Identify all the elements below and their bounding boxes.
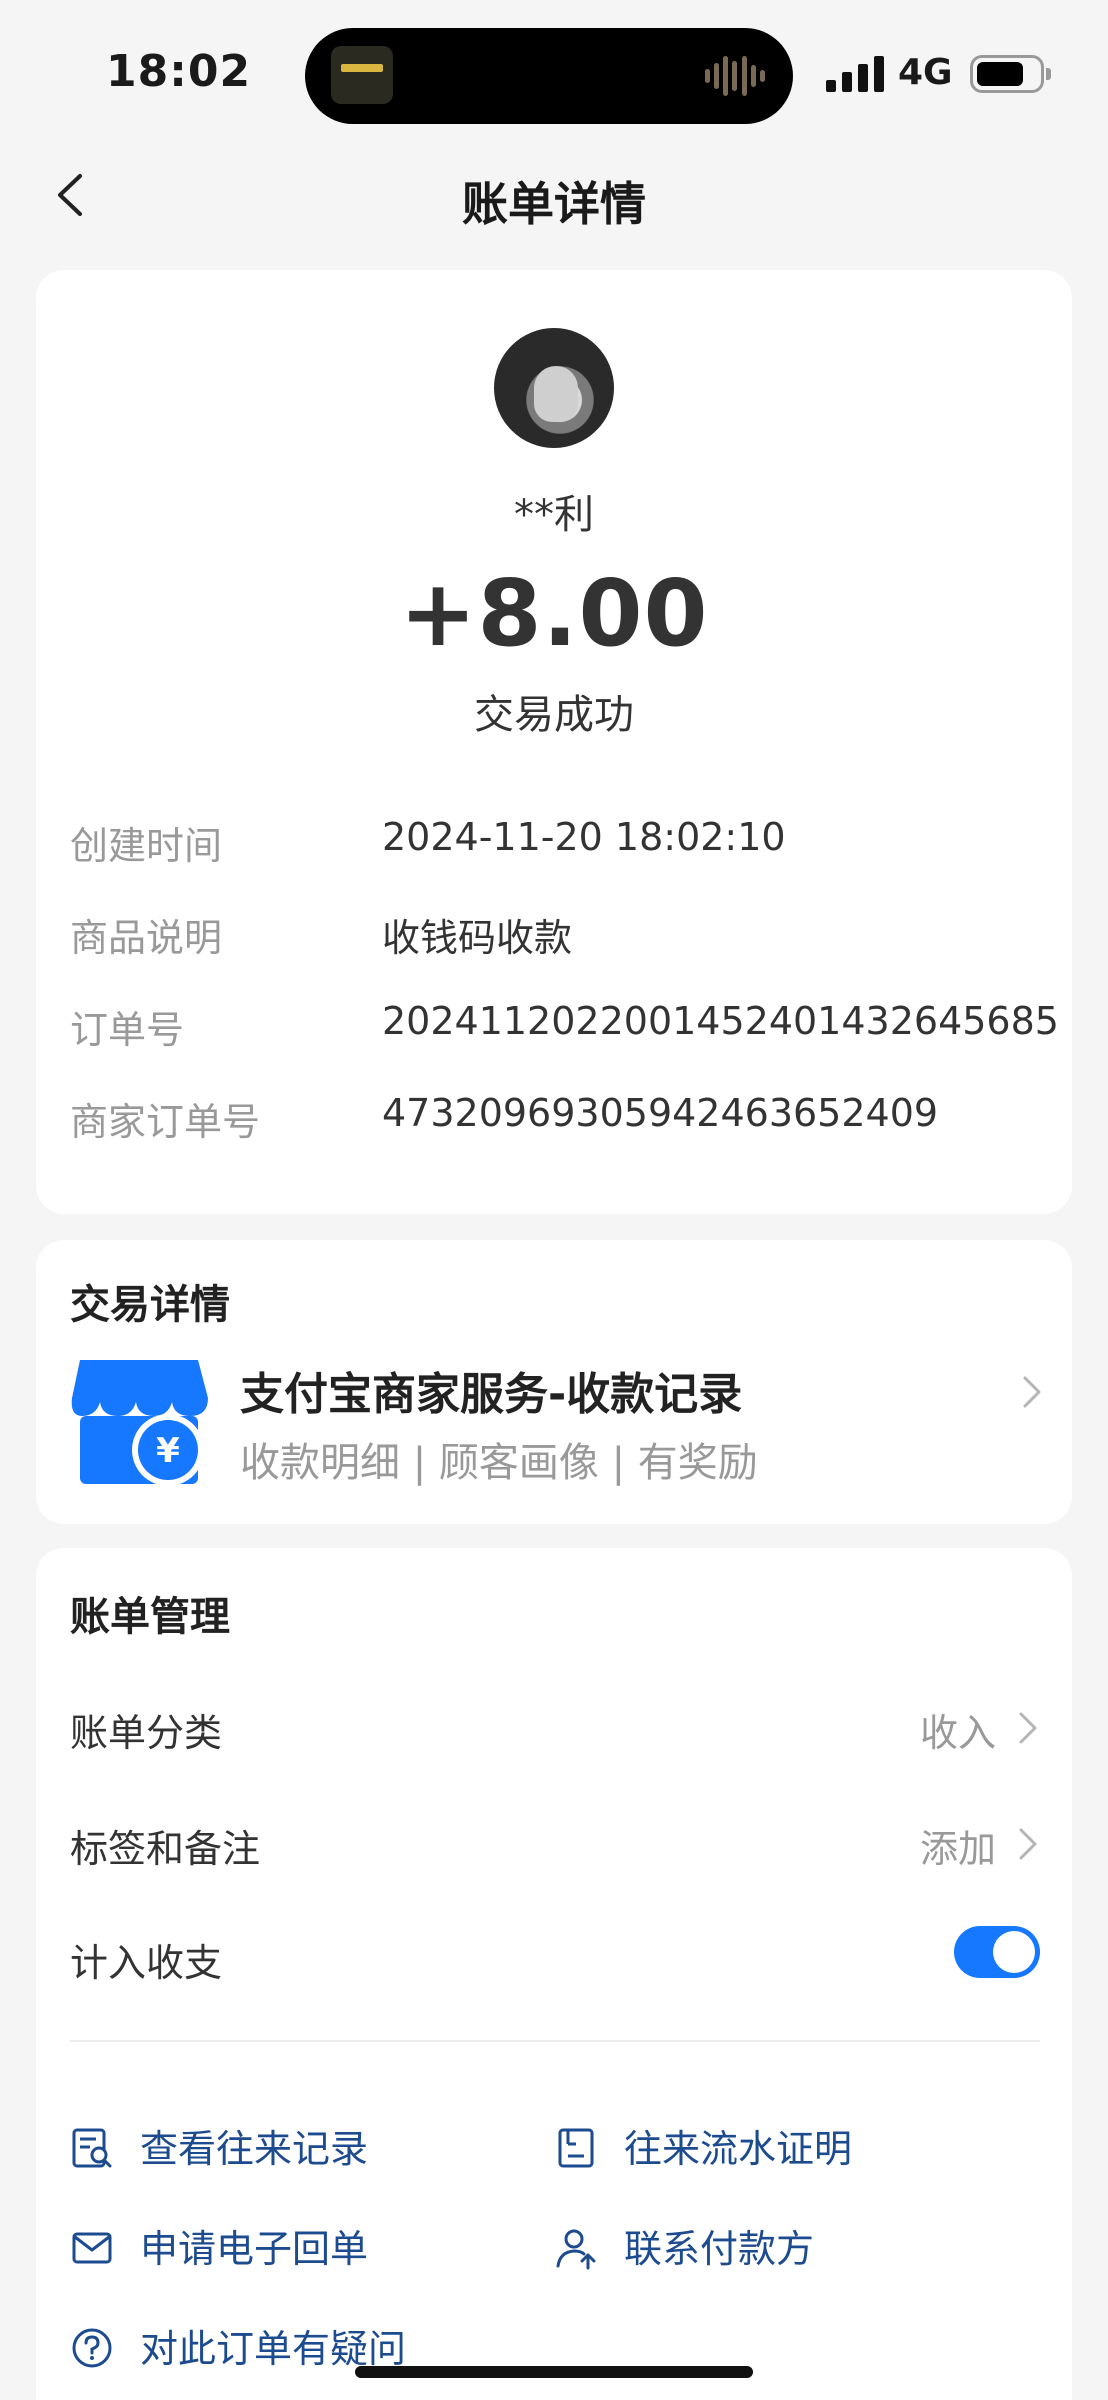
tags-notes-value: 添加 — [919, 1827, 996, 1871]
e-receipt-label: 申请电子回单 — [140, 2227, 369, 2271]
detail-row-product-desc: 商品说明 收钱码收款 — [70, 907, 1040, 967]
cellular-signal-icon — [826, 52, 884, 92]
now-playing-thumbnail — [331, 46, 393, 104]
bill-detail-screen: 18:02 4G 账单详情 **利 +8.00 交易成功 创建时间 2024-1… — [0, 0, 1108, 2400]
page-title: 账单详情 — [462, 177, 646, 231]
battery-icon — [970, 55, 1051, 93]
count-in-budget-toggle[interactable] — [954, 1926, 1040, 1978]
section-title: 账单管理 — [70, 1594, 230, 1640]
transaction-status: 交易成功 — [474, 692, 634, 738]
section-title: 交易详情 — [70, 1282, 230, 1328]
count-in-budget-label: 计入收支 — [70, 1941, 223, 1985]
contact-payer-label: 联系付款方 — [624, 2227, 815, 2271]
bill-category-value: 收入 — [919, 1711, 996, 1755]
bill-summary-card: **利 +8.00 交易成功 创建时间 2024-11-20 18:02:10 … — [36, 270, 1072, 1214]
merchant-service-subtitle: 收款明细 | 顾客画像 | 有奖励 — [240, 1440, 758, 1486]
detail-row-created-time: 创建时间 2024-11-20 18:02:10 — [70, 815, 1040, 875]
flow-proof-label: 往来流水证明 — [624, 2127, 853, 2171]
payer-name: **利 — [514, 492, 594, 538]
chevron-right-icon — [1023, 1376, 1041, 1408]
divider — [70, 2040, 1040, 2042]
mail-icon — [72, 2232, 112, 2264]
bill-management-card: 账单管理 账单分类 收入 标签和备注 添加 计入收支 查看往来记录 往来流水证明… — [36, 1548, 1072, 2400]
detail-value[interactable]: 4732096930594246365240​9 — [382, 1091, 938, 1135]
merchant-service-title: 支付宝商家服务-收款记录 — [240, 1369, 743, 1420]
tags-notes-row[interactable]: 标签和备注 添加 — [70, 1804, 1040, 1884]
trade-detail-card: 交易详情 ¥ 支付宝商家服务-收款记录 收款明细 | 顾客画像 | 有奖励 — [36, 1240, 1072, 1524]
detail-label: 订单号 — [70, 1008, 185, 1052]
record-search-icon — [72, 2128, 112, 2168]
detail-label: 创建时间 — [70, 824, 223, 868]
detail-row-merchant-order-no: 商家订单号 4732096930594246365240​9 — [70, 1091, 1040, 1151]
detail-label: 商家订单号 — [70, 1100, 261, 1144]
detail-value: 收钱码收款 — [382, 916, 573, 960]
status-bar: 18:02 4G — [0, 0, 1108, 140]
status-time: 18:02 — [106, 46, 252, 97]
network-type: 4G — [898, 52, 953, 93]
bill-category-label: 账单分类 — [70, 1711, 223, 1755]
bill-category-row[interactable]: 账单分类 收入 — [70, 1688, 1040, 1768]
detail-value[interactable]: 2024112022001452401432645685 — [382, 999, 1059, 1043]
order-question-label: 对此订单有疑问 — [140, 2327, 407, 2371]
amount: +8.00 — [399, 560, 709, 667]
svg-text:¥: ¥ — [156, 1431, 180, 1471]
chevron-right-icon — [1019, 1828, 1037, 1860]
view-records-label: 查看往来记录 — [140, 2127, 369, 2171]
detail-value: 2024-11-20 18:02:10 — [382, 815, 786, 859]
tags-notes-label: 标签和备注 — [70, 1827, 261, 1871]
detail-label: 商品说明 — [70, 916, 223, 960]
detail-row-order-no: 订单号 2024112022001452401432645685 — [70, 999, 1059, 1059]
nav-bar: 账单详情 — [0, 150, 1108, 240]
shop-icon: ¥ — [71, 1360, 208, 1486]
document-icon — [558, 2128, 594, 2168]
audio-wave-icon — [705, 54, 765, 98]
home-indicator[interactable] — [355, 2366, 753, 2378]
chevron-right-icon — [1019, 1712, 1037, 1744]
question-circle-icon — [72, 2328, 112, 2368]
user-upload-icon — [556, 2229, 596, 2270]
count-in-budget-row: 计入收支 — [70, 1918, 1040, 1998]
payer-avatar[interactable] — [494, 328, 614, 448]
dynamic-island[interactable] — [305, 28, 793, 124]
